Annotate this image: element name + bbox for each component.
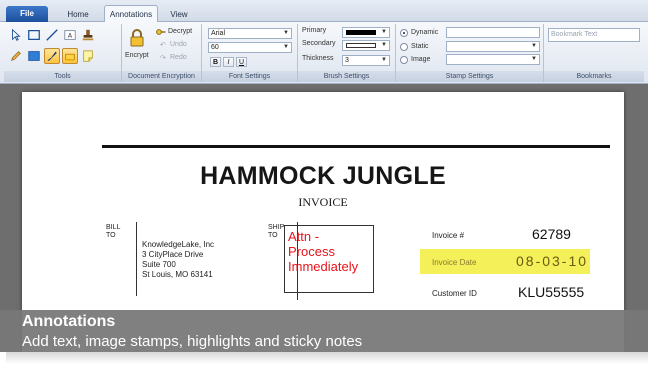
- app-window: File Home Annotations View A Tools Encry…: [0, 0, 648, 352]
- group-label-tools: Tools: [4, 71, 121, 82]
- chevron-down-icon: ▼: [283, 30, 289, 36]
- bill-to-address: KnowledgeLake, Inc 3 CityPlace Drive Sui…: [142, 240, 214, 280]
- font-family-value: Arial: [211, 30, 226, 37]
- group-label-stamp-settings: Stamp Settings: [396, 71, 543, 82]
- invoice-date-value: 08-03-10: [516, 253, 589, 269]
- key-icon: [156, 29, 166, 35]
- image-radio[interactable]: [400, 56, 408, 64]
- tab-view[interactable]: View: [164, 8, 194, 22]
- static-stamp-select[interactable]: ▼: [446, 41, 540, 52]
- dynamic-stamp-input[interactable]: [446, 27, 540, 38]
- document-title: HAMMOCK JUNGLE: [200, 162, 446, 190]
- lock-icon[interactable]: [128, 28, 146, 48]
- font-family-select[interactable]: Arial ▼: [208, 28, 292, 39]
- stamp-line: Immediately: [288, 259, 359, 274]
- bold-button[interactable]: B: [210, 57, 221, 67]
- chevron-down-icon: ▼: [381, 29, 387, 35]
- bill-to-divider: [136, 222, 137, 296]
- caption-title: Annotations: [22, 313, 116, 330]
- customer-id-label: Customer ID: [432, 289, 477, 298]
- text-box-icon[interactable]: A: [62, 27, 78, 43]
- group-label-document-encryption: Document Encryption: [122, 71, 201, 82]
- redo-arrow-icon: ↷: [160, 55, 166, 62]
- stamp-line: Attn -: [288, 229, 320, 244]
- bill-to-label: BILL TO: [106, 224, 120, 240]
- stamp-line: Process: [288, 244, 335, 259]
- image-label: Image: [411, 56, 431, 63]
- header-rule: [102, 145, 610, 148]
- group-label-font-settings: Font Settings: [202, 71, 297, 82]
- address-line: KnowledgeLake, Inc: [142, 240, 215, 249]
- tab-annotations[interactable]: Annotations: [104, 5, 158, 23]
- invoice-date-label: Invoice Date: [432, 258, 477, 267]
- image-stamp-select[interactable]: ▼: [446, 54, 540, 65]
- customer-id-value: KLU55555: [518, 284, 585, 300]
- primary-color-select[interactable]: ▼: [342, 27, 390, 38]
- group-font-settings: Arial ▼ 60 ▼ B I U Font Settings: [202, 24, 298, 82]
- ribbon-panel: A Tools Encrypt Decrypt ↶ Undo ↷ Redo Do…: [0, 22, 648, 84]
- chevron-down-icon: ▼: [531, 56, 537, 62]
- invoice-number-value: 62789: [532, 226, 571, 242]
- pencil-icon[interactable]: [8, 48, 24, 64]
- ship-to-line-2: TO: [268, 232, 278, 239]
- bill-to-line-2: TO: [106, 232, 116, 239]
- group-brush-settings: Primary ▼ Secondary ▼ Thickness 3 ▼ Brush…: [298, 24, 396, 82]
- caption-description: Add text, image stamps, highlights and s…: [22, 333, 363, 350]
- filled-rectangle-icon[interactable]: [26, 48, 42, 64]
- secondary-color-select[interactable]: ▼: [342, 40, 390, 51]
- italic-button[interactable]: I: [223, 57, 234, 67]
- tab-home[interactable]: Home: [56, 8, 100, 22]
- decrypt-button[interactable]: Decrypt: [168, 28, 192, 35]
- font-size-value: 60: [211, 44, 219, 51]
- redo-button[interactable]: Redo: [170, 54, 187, 61]
- underline-button[interactable]: U: [236, 57, 247, 67]
- secondary-label: Secondary: [302, 40, 336, 47]
- group-tools: A Tools: [4, 24, 122, 82]
- static-label: Static: [411, 43, 429, 50]
- ship-to-line-1: SHIP: [268, 224, 285, 231]
- address-line: St Louis, MO 63141: [142, 270, 213, 279]
- undo-arrow-icon: ↶: [160, 42, 166, 49]
- group-label-brush-settings: Brush Settings: [298, 71, 395, 82]
- group-bookmarks: Bookmark Text Bookmarks: [544, 24, 644, 82]
- chevron-down-icon: ▼: [531, 43, 537, 49]
- thickness-select[interactable]: 3 ▼: [342, 55, 390, 66]
- chevron-down-icon: ▼: [381, 57, 387, 63]
- undo-button[interactable]: Undo: [170, 41, 187, 48]
- address-line: Suite 700: [142, 260, 176, 269]
- font-size-select[interactable]: 60 ▼: [208, 42, 292, 53]
- ribbon-tab-bar: File Home Annotations View: [0, 0, 648, 23]
- group-document-encryption: Encrypt Decrypt ↶ Undo ↷ Redo Document E…: [122, 24, 202, 82]
- bookmark-text-input[interactable]: Bookmark Text: [548, 28, 640, 42]
- chevron-down-icon: ▼: [283, 44, 289, 50]
- highlighter-icon[interactable]: [62, 48, 78, 64]
- primary-label: Primary: [302, 27, 327, 34]
- ship-to-label: SHIP TO: [268, 224, 284, 240]
- group-stamp-settings: Dynamic Static ▼ Image ▼ Stamp Settings: [396, 24, 544, 82]
- secondary-color-swatch: [346, 43, 376, 48]
- encrypt-button[interactable]: Encrypt: [125, 52, 149, 59]
- dynamic-label: Dynamic: [411, 29, 439, 36]
- primary-color-swatch: [346, 30, 376, 35]
- sticky-note-icon[interactable]: [80, 48, 96, 64]
- bill-to-line-1: BILL: [106, 224, 121, 231]
- chevron-down-icon: ▼: [381, 42, 387, 48]
- tab-file[interactable]: File: [6, 6, 48, 22]
- window-shadow: [6, 352, 648, 364]
- group-label-bookmarks: Bookmarks: [544, 71, 644, 82]
- thickness-label: Thickness: [302, 55, 334, 62]
- static-radio[interactable]: [400, 43, 408, 51]
- attention-text-annotation[interactable]: Attn - Process Immediately: [284, 225, 374, 293]
- stamp-icon[interactable]: [80, 27, 96, 43]
- address-line: 3 CityPlace Drive: [142, 250, 204, 259]
- line-icon[interactable]: [44, 27, 60, 43]
- pointer-icon[interactable]: [8, 27, 24, 43]
- brush-icon[interactable]: [44, 48, 60, 64]
- feature-caption: Annotations Add text, image stamps, high…: [0, 310, 648, 352]
- dynamic-radio[interactable]: [400, 29, 408, 37]
- document-subtitle: INVOICE: [298, 195, 348, 209]
- thickness-value: 3: [345, 57, 349, 64]
- rectangle-icon[interactable]: [26, 27, 42, 43]
- invoice-number-label: Invoice #: [432, 231, 465, 240]
